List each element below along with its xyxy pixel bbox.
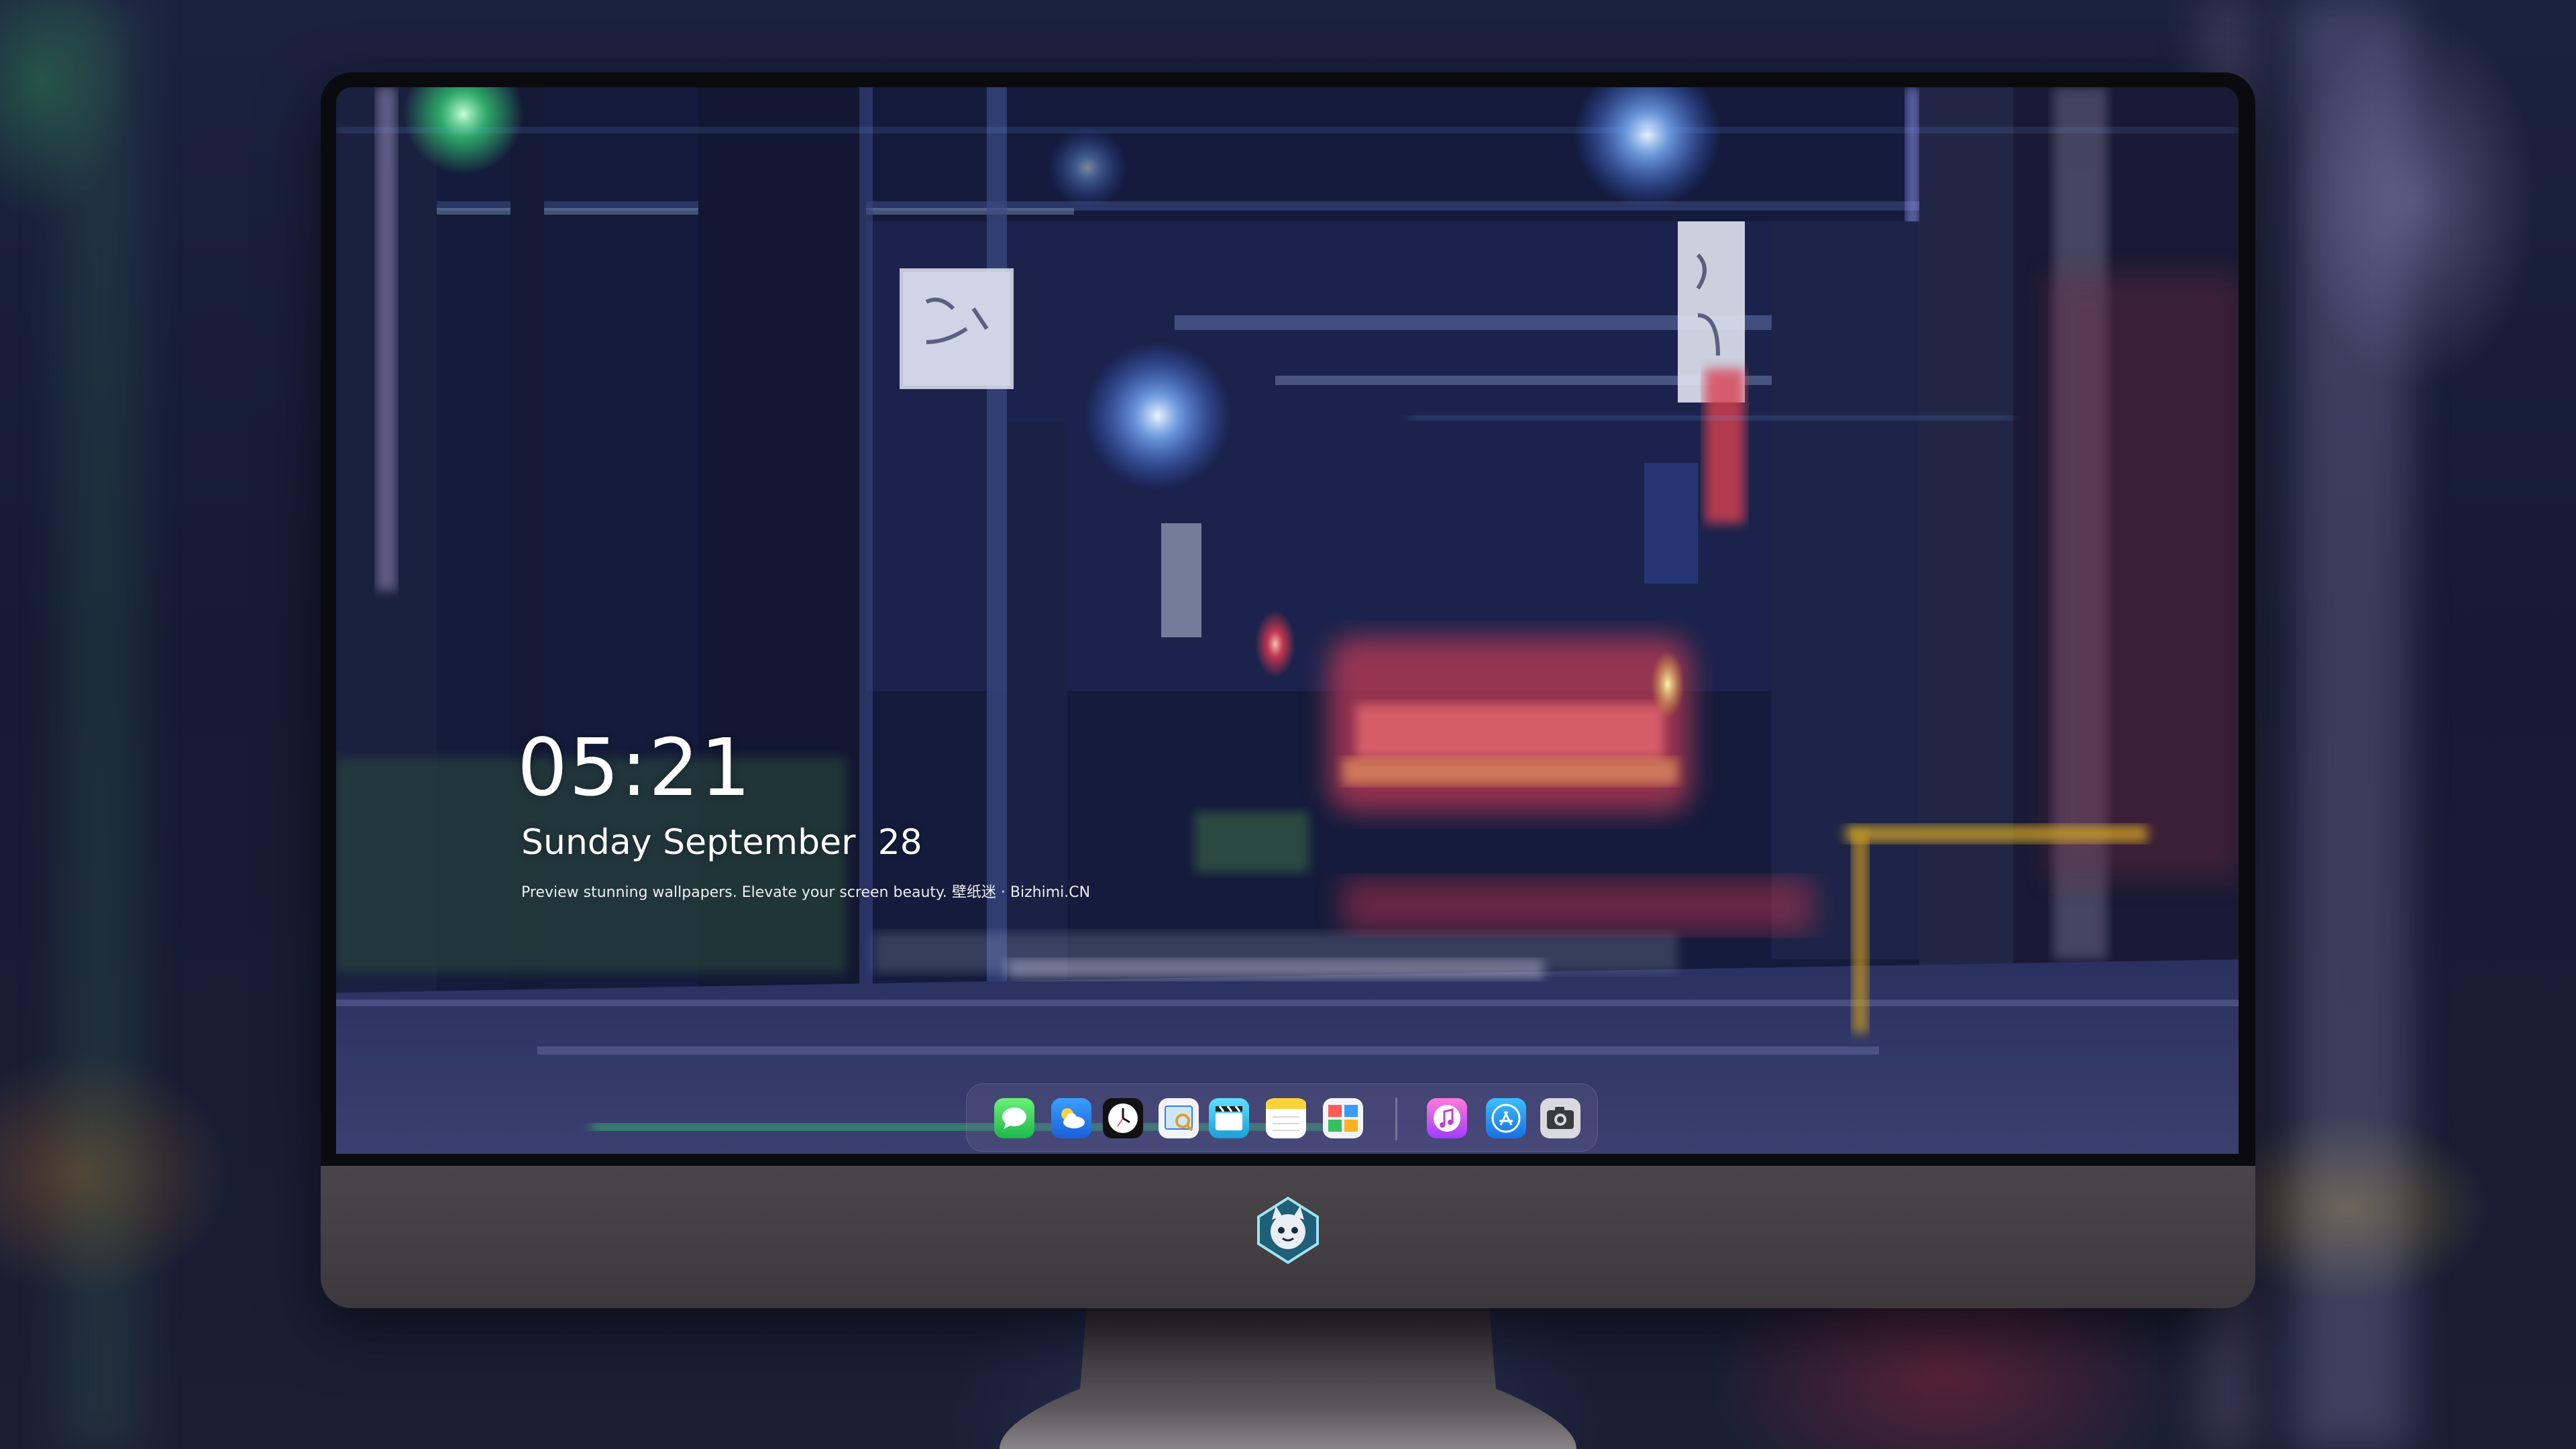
photo-booth-icon[interactable] xyxy=(1323,1098,1363,1138)
background-light-pillar xyxy=(2294,0,2408,1449)
lockscreen-time: 05:21 xyxy=(517,721,753,814)
notes-icon[interactable] xyxy=(1266,1098,1306,1138)
clips-icon[interactable] xyxy=(1209,1098,1249,1138)
wallpaper-night-alley xyxy=(336,87,2239,1154)
monitor-stand xyxy=(1000,1308,1576,1449)
mascot-logo-icon xyxy=(1257,1197,1319,1264)
wallpaper-caption: Preview stunning wallpapers. Elevate you… xyxy=(521,884,1091,901)
weather-icon[interactable] xyxy=(1051,1098,1091,1138)
desktop-screen: 05:21 Sunday September 28 Preview stunni… xyxy=(336,87,2239,1154)
clock-icon[interactable] xyxy=(1103,1098,1143,1138)
music-icon[interactable] xyxy=(1427,1098,1467,1138)
messages-icon[interactable] xyxy=(994,1098,1034,1138)
app-store-icon[interactable] xyxy=(1486,1098,1526,1138)
camera-icon[interactable] xyxy=(1540,1098,1580,1138)
background-light-pillar xyxy=(60,0,141,1449)
dock-separator xyxy=(1395,1097,1397,1140)
lockscreen-date: Sunday September 28 xyxy=(521,822,922,863)
preview-icon[interactable] xyxy=(1159,1098,1199,1138)
